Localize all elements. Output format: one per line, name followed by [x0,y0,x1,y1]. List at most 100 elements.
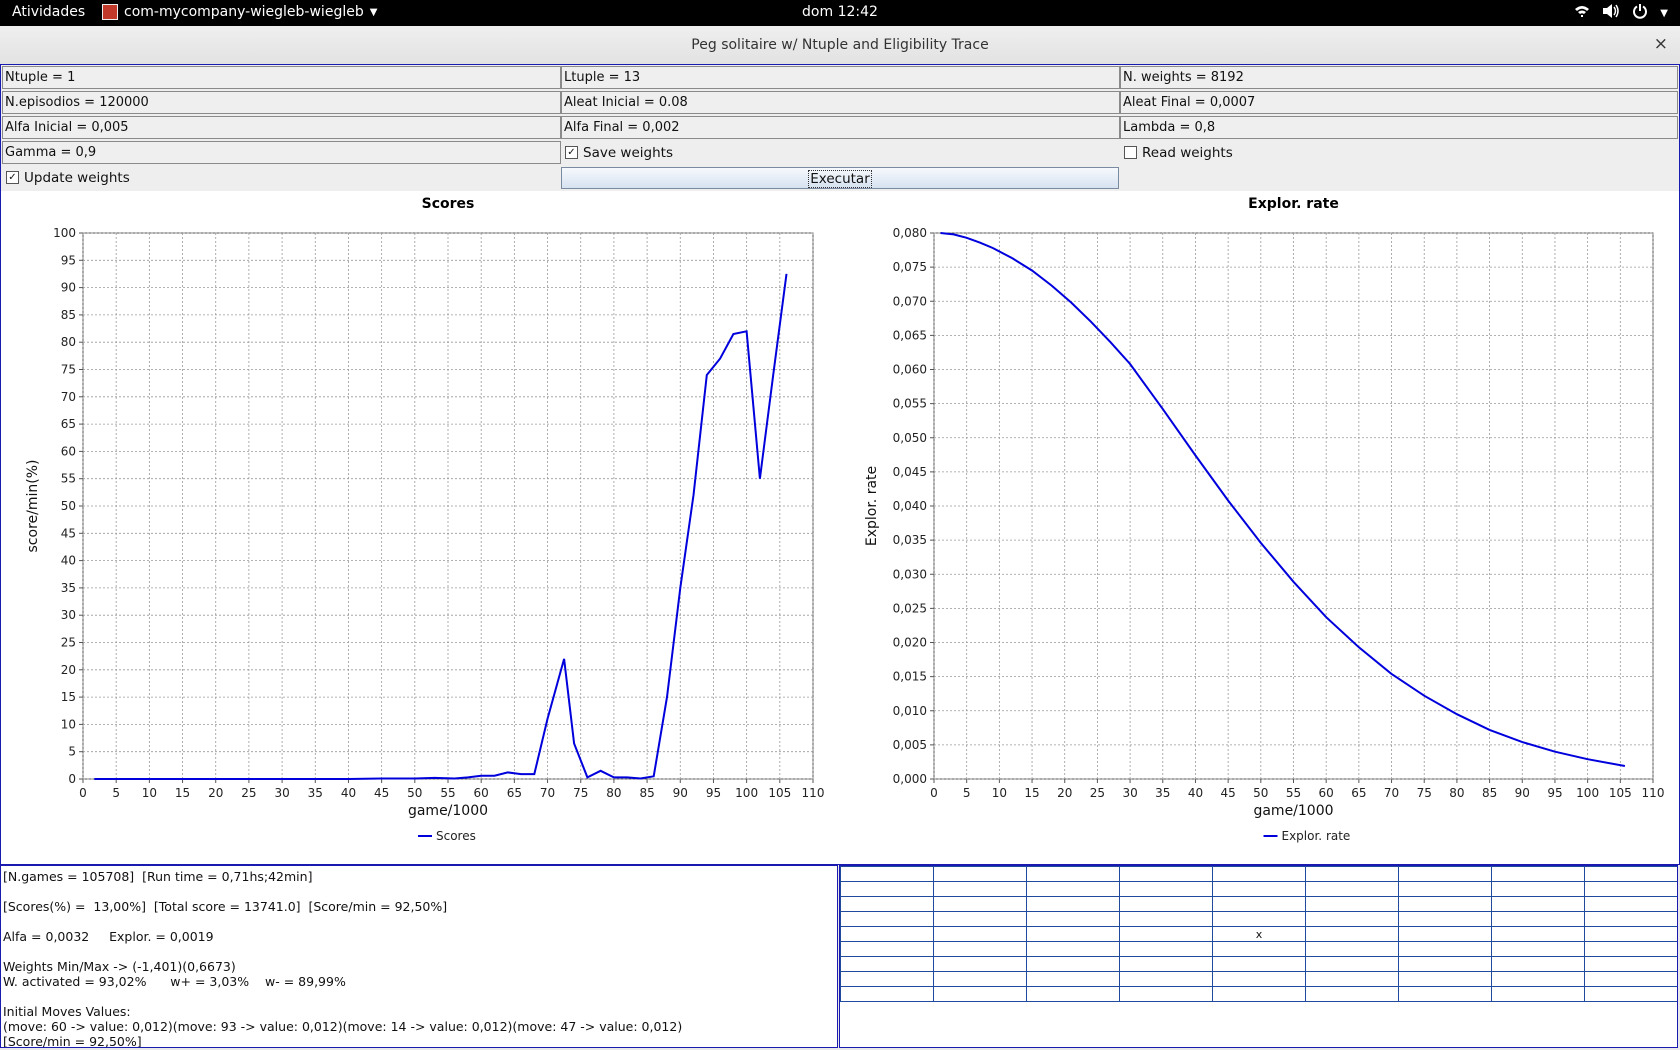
board-cell[interactable] [1398,986,1492,1002]
alfa-inicial-field[interactable]: Alfa Inicial = 0,005 [2,116,561,139]
board-cell[interactable] [840,941,934,957]
board-cell[interactable] [1305,911,1399,927]
gamma-field[interactable]: Gamma = 0,9 [2,141,561,164]
aleat-inicial-field[interactable]: Aleat Inicial = 0.08 [561,91,1120,114]
execute-button[interactable]: Executar [561,167,1119,189]
board-cell[interactable] [1491,926,1585,942]
board-cell[interactable] [1212,956,1306,972]
board-cell[interactable] [1584,881,1677,897]
board-cell[interactable] [840,866,934,882]
board-cell[interactable] [1398,956,1492,972]
alfa-final-field[interactable]: Alfa Final = 0,002 [561,116,1120,139]
update-weights-checkbox[interactable]: ✓ Update weights [6,166,130,189]
board-cell[interactable] [1491,956,1585,972]
board-cell[interactable] [1212,971,1306,987]
board-cell[interactable] [1026,881,1120,897]
board-cell[interactable] [1212,866,1306,882]
board-cell[interactable] [1212,881,1306,897]
board-cell[interactable] [933,941,1027,957]
board-cell[interactable] [840,971,934,987]
board-cell[interactable] [1584,911,1677,927]
ltuple-field[interactable]: Ltuple = 13 [561,66,1120,89]
save-weights-checkbox[interactable]: ✓ Save weights [565,141,673,164]
board-cell[interactable] [1212,896,1306,912]
board-cell[interactable] [1119,911,1213,927]
board-cell[interactable] [1584,926,1677,942]
lambda-field[interactable]: Lambda = 0,8 [1120,116,1678,139]
board-cell[interactable] [1584,941,1677,957]
board-cell[interactable] [1305,881,1399,897]
board-cell[interactable] [1584,986,1677,1002]
board-cell[interactable] [1026,971,1120,987]
activities-button[interactable]: Atividades [12,4,85,20]
board-cell[interactable] [1119,956,1213,972]
board-cell[interactable] [1398,881,1492,897]
board-cell[interactable] [1491,881,1585,897]
board-cell[interactable] [1491,986,1585,1002]
board-cell[interactable] [1584,896,1677,912]
checkbox-box[interactable] [1124,146,1137,159]
checkbox-box[interactable]: ✓ [565,146,578,159]
board-cell[interactable] [1119,896,1213,912]
board-cell[interactable] [1212,986,1306,1002]
board-cell[interactable] [933,971,1027,987]
board-cell[interactable] [1491,971,1585,987]
board-cell[interactable] [840,986,934,1002]
app-menu[interactable]: com-mycompany-wiegleb-wiegleb ▼ [102,4,377,20]
board-cell[interactable] [1305,956,1399,972]
board-cell[interactable]: x [1212,926,1306,942]
board-cell[interactable] [933,986,1027,1002]
board-cell[interactable] [1026,896,1120,912]
nweights-field[interactable]: N. weights = 8192 [1120,66,1678,89]
board-cell[interactable] [1491,911,1585,927]
board-cell[interactable] [1398,941,1492,957]
board-cell[interactable] [1398,896,1492,912]
board-cell[interactable] [1212,941,1306,957]
board-cell[interactable] [1119,881,1213,897]
board-cell[interactable] [933,926,1027,942]
board-cell[interactable] [1305,941,1399,957]
board-cell[interactable] [1305,896,1399,912]
board-cell[interactable] [840,881,934,897]
board-cell[interactable] [840,956,934,972]
board-cell[interactable] [1584,956,1677,972]
board-cell[interactable] [1491,866,1585,882]
board-cell[interactable] [933,956,1027,972]
ntuple-field[interactable]: Ntuple = 1 [2,66,561,89]
board-cell[interactable] [1119,941,1213,957]
board-cell[interactable] [1026,941,1120,957]
nepisodios-field[interactable]: N.episodios = 120000 [2,91,561,114]
board-cell[interactable] [1305,926,1399,942]
board-cell[interactable] [1119,986,1213,1002]
board-cell[interactable] [1398,926,1492,942]
board-cell[interactable] [1398,971,1492,987]
board-cell[interactable] [933,881,1027,897]
board-cell[interactable] [840,911,934,927]
board-cell[interactable] [1491,941,1585,957]
board-cell[interactable] [933,896,1027,912]
clock[interactable]: dom 12:42 [802,4,878,20]
board-cell[interactable] [1398,866,1492,882]
board-cell[interactable] [1305,971,1399,987]
read-weights-checkbox[interactable]: Read weights [1124,141,1233,164]
board-cell[interactable] [1305,866,1399,882]
board-cell[interactable] [933,866,1027,882]
board-cell[interactable] [840,926,934,942]
board-cell[interactable] [1584,971,1677,987]
board-cell[interactable] [1026,986,1120,1002]
board-cell[interactable] [1305,986,1399,1002]
board-cell[interactable] [1026,866,1120,882]
board-cell[interactable] [1119,971,1213,987]
board-cell[interactable] [1026,956,1120,972]
board-cell[interactable] [933,911,1027,927]
board-cell[interactable] [1119,866,1213,882]
aleat-final-field[interactable]: Aleat Final = 0,0007 [1120,91,1678,114]
board-cell[interactable] [1398,911,1492,927]
board-cell[interactable] [1212,911,1306,927]
board-cell[interactable] [1491,896,1585,912]
board-cell[interactable] [1026,926,1120,942]
close-window-button[interactable]: × [1654,34,1668,54]
board-cell[interactable] [1119,926,1213,942]
board-cell[interactable] [1026,911,1120,927]
system-tray[interactable]: ▼ [1574,3,1668,23]
